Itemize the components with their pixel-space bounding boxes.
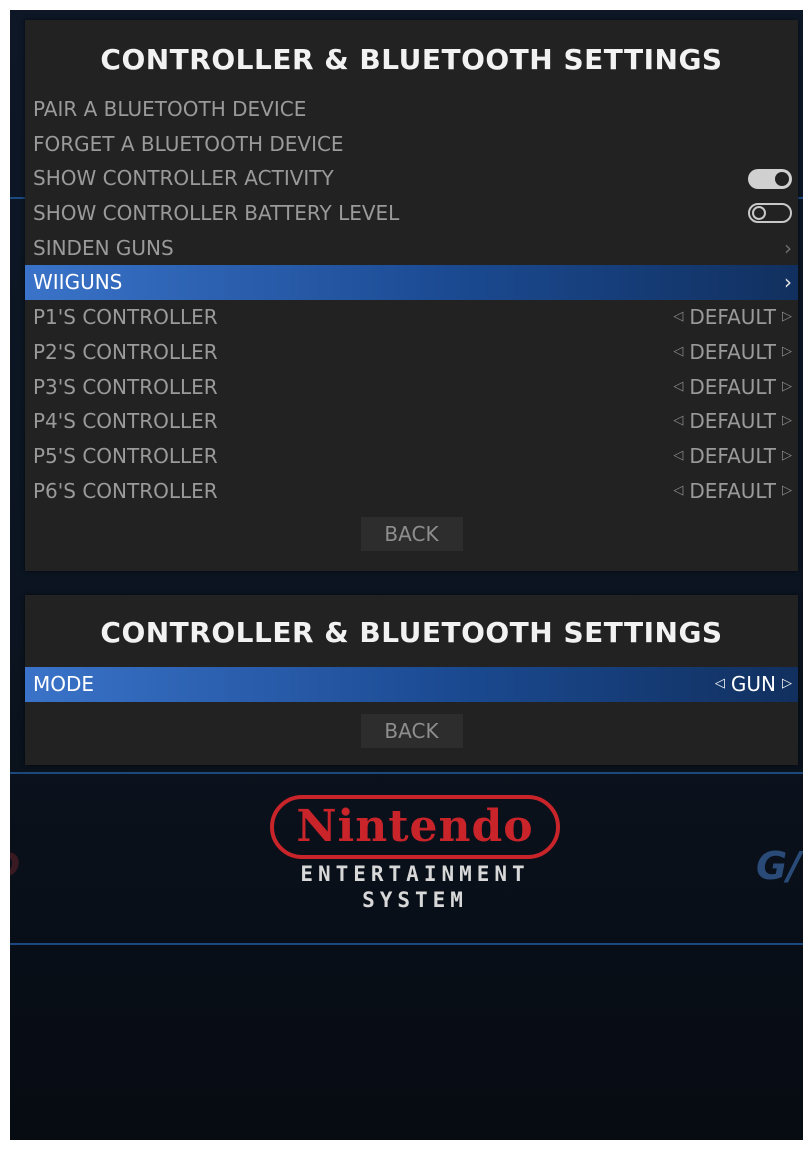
back-button[interactable]: BACK bbox=[360, 517, 463, 552]
menu-item-p2-s-controller[interactable]: P2'S CONTROLLER ◁ DEFAULT ▷ bbox=[25, 335, 798, 370]
option-value: DEFAULT bbox=[689, 339, 776, 364]
wiiguns-menu: CONTROLLER & BLUETOOTH SETTINGS MODE ◁ GUN… bbox=[25, 595, 798, 765]
menu-item-p6-s-controller[interactable]: P6'S CONTROLLER ◁ DEFAULT ▷ bbox=[25, 474, 798, 509]
menu-item-pair-a-bluetooth-device[interactable]: PAIR A BLUETOOTH DEVICE bbox=[25, 92, 798, 127]
toggle-knob bbox=[752, 206, 766, 221]
system-logo[interactable]: Nintendo ENTERTAINMENT SYSTEM bbox=[265, 795, 565, 911]
menu-list: PAIR A BLUETOOTH DEVICE FORGET A BLUETOOT… bbox=[25, 92, 798, 508]
arrow-left-icon[interactable]: ◁ bbox=[673, 404, 683, 439]
menu-item-p5-s-controller[interactable]: P5'S CONTROLLER ◁ DEFAULT ▷ bbox=[25, 439, 798, 474]
menu-item-control: ◁ DEFAULT ▷ bbox=[673, 474, 792, 509]
arrow-left-icon[interactable]: ◁ bbox=[673, 370, 683, 405]
left-partial-logo: D bbox=[10, 846, 20, 886]
nintendo-logo: Nintendo bbox=[270, 795, 560, 859]
menu-item-label: SHOW CONTROLLER ACTIVITY bbox=[33, 166, 334, 191]
chevron-right-icon[interactable]: › bbox=[784, 265, 792, 300]
arrow-right-icon[interactable]: ▷ bbox=[782, 474, 792, 509]
menu-item-control: ◁ DEFAULT ▷ bbox=[673, 300, 792, 335]
chevron-right-icon[interactable]: › bbox=[784, 231, 792, 266]
menu-item-control: ◁ GUN ▷ bbox=[715, 667, 792, 702]
menu-item-label: MODE bbox=[33, 672, 95, 696]
arrow-left-icon[interactable]: ◁ bbox=[673, 335, 683, 370]
option-value: DEFAULT bbox=[689, 305, 776, 330]
submenu-back-button[interactable]: BACK bbox=[360, 713, 463, 748]
menu-item-label: P1'S CONTROLLER bbox=[33, 305, 218, 330]
menu-item-mode[interactable]: MODE ◁ GUN ▷ bbox=[25, 667, 798, 702]
menu-item-sinden-guns[interactable]: SINDEN GUNS › bbox=[25, 231, 798, 266]
menu-item-control: › bbox=[784, 265, 792, 300]
toggle-switch-on[interactable] bbox=[748, 168, 792, 189]
menu-item-control: ◁ DEFAULT ▷ bbox=[673, 370, 792, 405]
arrow-left-icon[interactable]: ◁ bbox=[673, 439, 683, 474]
menu-item-control bbox=[748, 196, 792, 231]
arrow-left-icon[interactable]: ◁ bbox=[673, 474, 683, 509]
menu-item-label: P3'S CONTROLLER bbox=[33, 374, 218, 399]
arrow-left-icon[interactable]: ◁ bbox=[673, 300, 683, 335]
menu-item-p1-s-controller[interactable]: P1'S CONTROLLER ◁ DEFAULT ▷ bbox=[25, 300, 798, 335]
menu-item-show-controller-activity[interactable]: SHOW CONTROLLER ACTIVITY bbox=[25, 161, 798, 196]
menu-item-label: P6'S CONTROLLER bbox=[33, 478, 218, 503]
menu-item-p4-s-controller[interactable]: P4'S CONTROLLER ◁ DEFAULT ▷ bbox=[25, 404, 798, 439]
arrow-right-icon[interactable]: ▷ bbox=[782, 404, 792, 439]
settings-menu: CONTROLLER & BLUETOOTH SETTINGS PAIR A B… bbox=[25, 20, 798, 571]
arrow-left-icon[interactable]: ◁ bbox=[715, 667, 725, 702]
right-partial-logo: G/ bbox=[756, 844, 802, 888]
menu-item-label: WIIGUNS bbox=[33, 270, 123, 295]
menu-item-label: FORGET A BLUETOOTH DEVICE bbox=[33, 131, 344, 156]
menu-item-control bbox=[748, 161, 792, 196]
menu-title: CONTROLLER & BLUETOOTH SETTINGS bbox=[100, 43, 723, 76]
menu-item-label: P4'S CONTROLLER bbox=[33, 409, 218, 434]
menu-item-control: › bbox=[784, 231, 792, 266]
toggle-switch-off[interactable] bbox=[748, 203, 792, 224]
option-value: DEFAULT bbox=[689, 443, 776, 468]
menu-item-wiiguns[interactable]: WIIGUNS › bbox=[25, 265, 798, 301]
arrow-right-icon[interactable]: ▷ bbox=[782, 335, 792, 370]
option-value: DEFAULT bbox=[689, 478, 776, 503]
menu-item-label: P5'S CONTROLLER bbox=[33, 443, 218, 468]
menu-item-label: PAIR A BLUETOOTH DEVICE bbox=[33, 97, 307, 121]
option-value: DEFAULT bbox=[689, 409, 776, 434]
submenu-list: MODE ◁ GUN ▷ bbox=[25, 667, 798, 702]
menu-item-control: ◁ DEFAULT ▷ bbox=[673, 335, 792, 370]
menu-item-label: P2'S CONTROLLER bbox=[33, 339, 218, 364]
system-subtitle-line1: ENTERTAINMENT bbox=[300, 862, 530, 886]
option-value: DEFAULT bbox=[689, 374, 776, 399]
menu-item-label: SINDEN GUNS bbox=[33, 235, 174, 260]
arrow-right-icon[interactable]: ▷ bbox=[782, 667, 792, 702]
submenu-title: CONTROLLER & BLUETOOTH SETTINGS bbox=[100, 616, 723, 649]
menu-item-label: SHOW CONTROLLER BATTERY LEVEL bbox=[33, 201, 400, 226]
carousel-band-middle bbox=[10, 772, 803, 774]
arrow-right-icon[interactable]: ▷ bbox=[782, 300, 792, 335]
menu-item-forget-a-bluetooth-device[interactable]: FORGET A BLUETOOTH DEVICE bbox=[25, 127, 798, 162]
system-subtitle-line2: SYSTEM bbox=[362, 888, 468, 912]
option-value: GUN bbox=[730, 672, 776, 696]
arrow-right-icon[interactable]: ▷ bbox=[782, 439, 792, 474]
toggle-knob bbox=[775, 171, 789, 186]
menu-item-p3-s-controller[interactable]: P3'S CONTROLLER ◁ DEFAULT ▷ bbox=[25, 370, 798, 405]
screen: D G/ Nintendo ENTERTAINMENT SYSTEM CONTR… bbox=[10, 10, 803, 1140]
menu-item-control: ◁ DEFAULT ▷ bbox=[673, 439, 792, 474]
carousel-band-bottom bbox=[10, 943, 803, 945]
arrow-right-icon[interactable]: ▷ bbox=[782, 370, 792, 405]
menu-item-control: ◁ DEFAULT ▷ bbox=[673, 404, 792, 439]
menu-item-show-controller-battery-level[interactable]: SHOW CONTROLLER BATTERY LEVEL bbox=[25, 196, 798, 231]
